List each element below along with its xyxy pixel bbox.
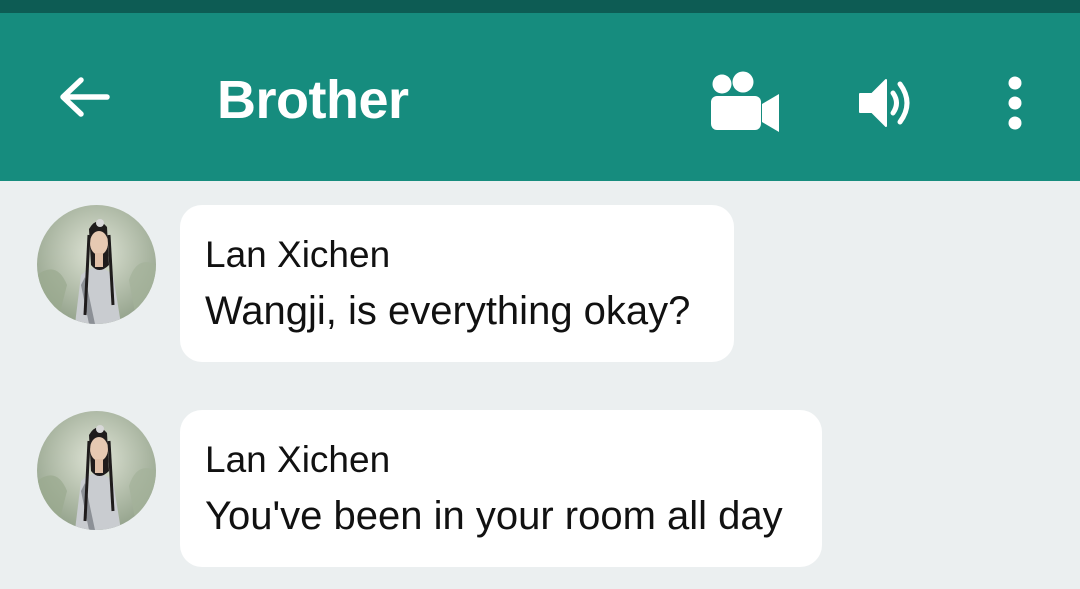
message-text: You've been in your room all day <box>205 494 783 538</box>
message-bubble[interactable]: Lan Xichen Wangji, is everything okay? <box>180 205 734 362</box>
chat-title: Brother <box>217 70 409 130</box>
more-options-button[interactable] <box>990 65 1040 141</box>
back-button[interactable] <box>44 61 124 133</box>
message-text: Wangji, is everything okay? <box>205 289 691 333</box>
contact-avatar[interactable] <box>37 205 156 324</box>
status-bar <box>0 0 1080 13</box>
speaker-button[interactable] <box>846 65 926 141</box>
sender-name: Lan Xichen <box>205 234 391 275</box>
chat-header: Brother <box>0 13 1080 181</box>
arrow-left-icon <box>60 77 110 117</box>
message-bubble[interactable]: Lan Xichen You've been in your room all … <box>180 410 822 567</box>
sender-name: Lan Xichen <box>205 439 391 480</box>
speaker-icon <box>859 79 910 127</box>
more-vert-icon <box>1008 76 1022 130</box>
contact-avatar[interactable] <box>37 411 156 530</box>
video-call-icon <box>711 71 779 132</box>
video-call-button[interactable] <box>700 63 788 143</box>
message-list[interactable]: Lan Xichen Wangji, is everything okay? L… <box>0 181 1080 589</box>
